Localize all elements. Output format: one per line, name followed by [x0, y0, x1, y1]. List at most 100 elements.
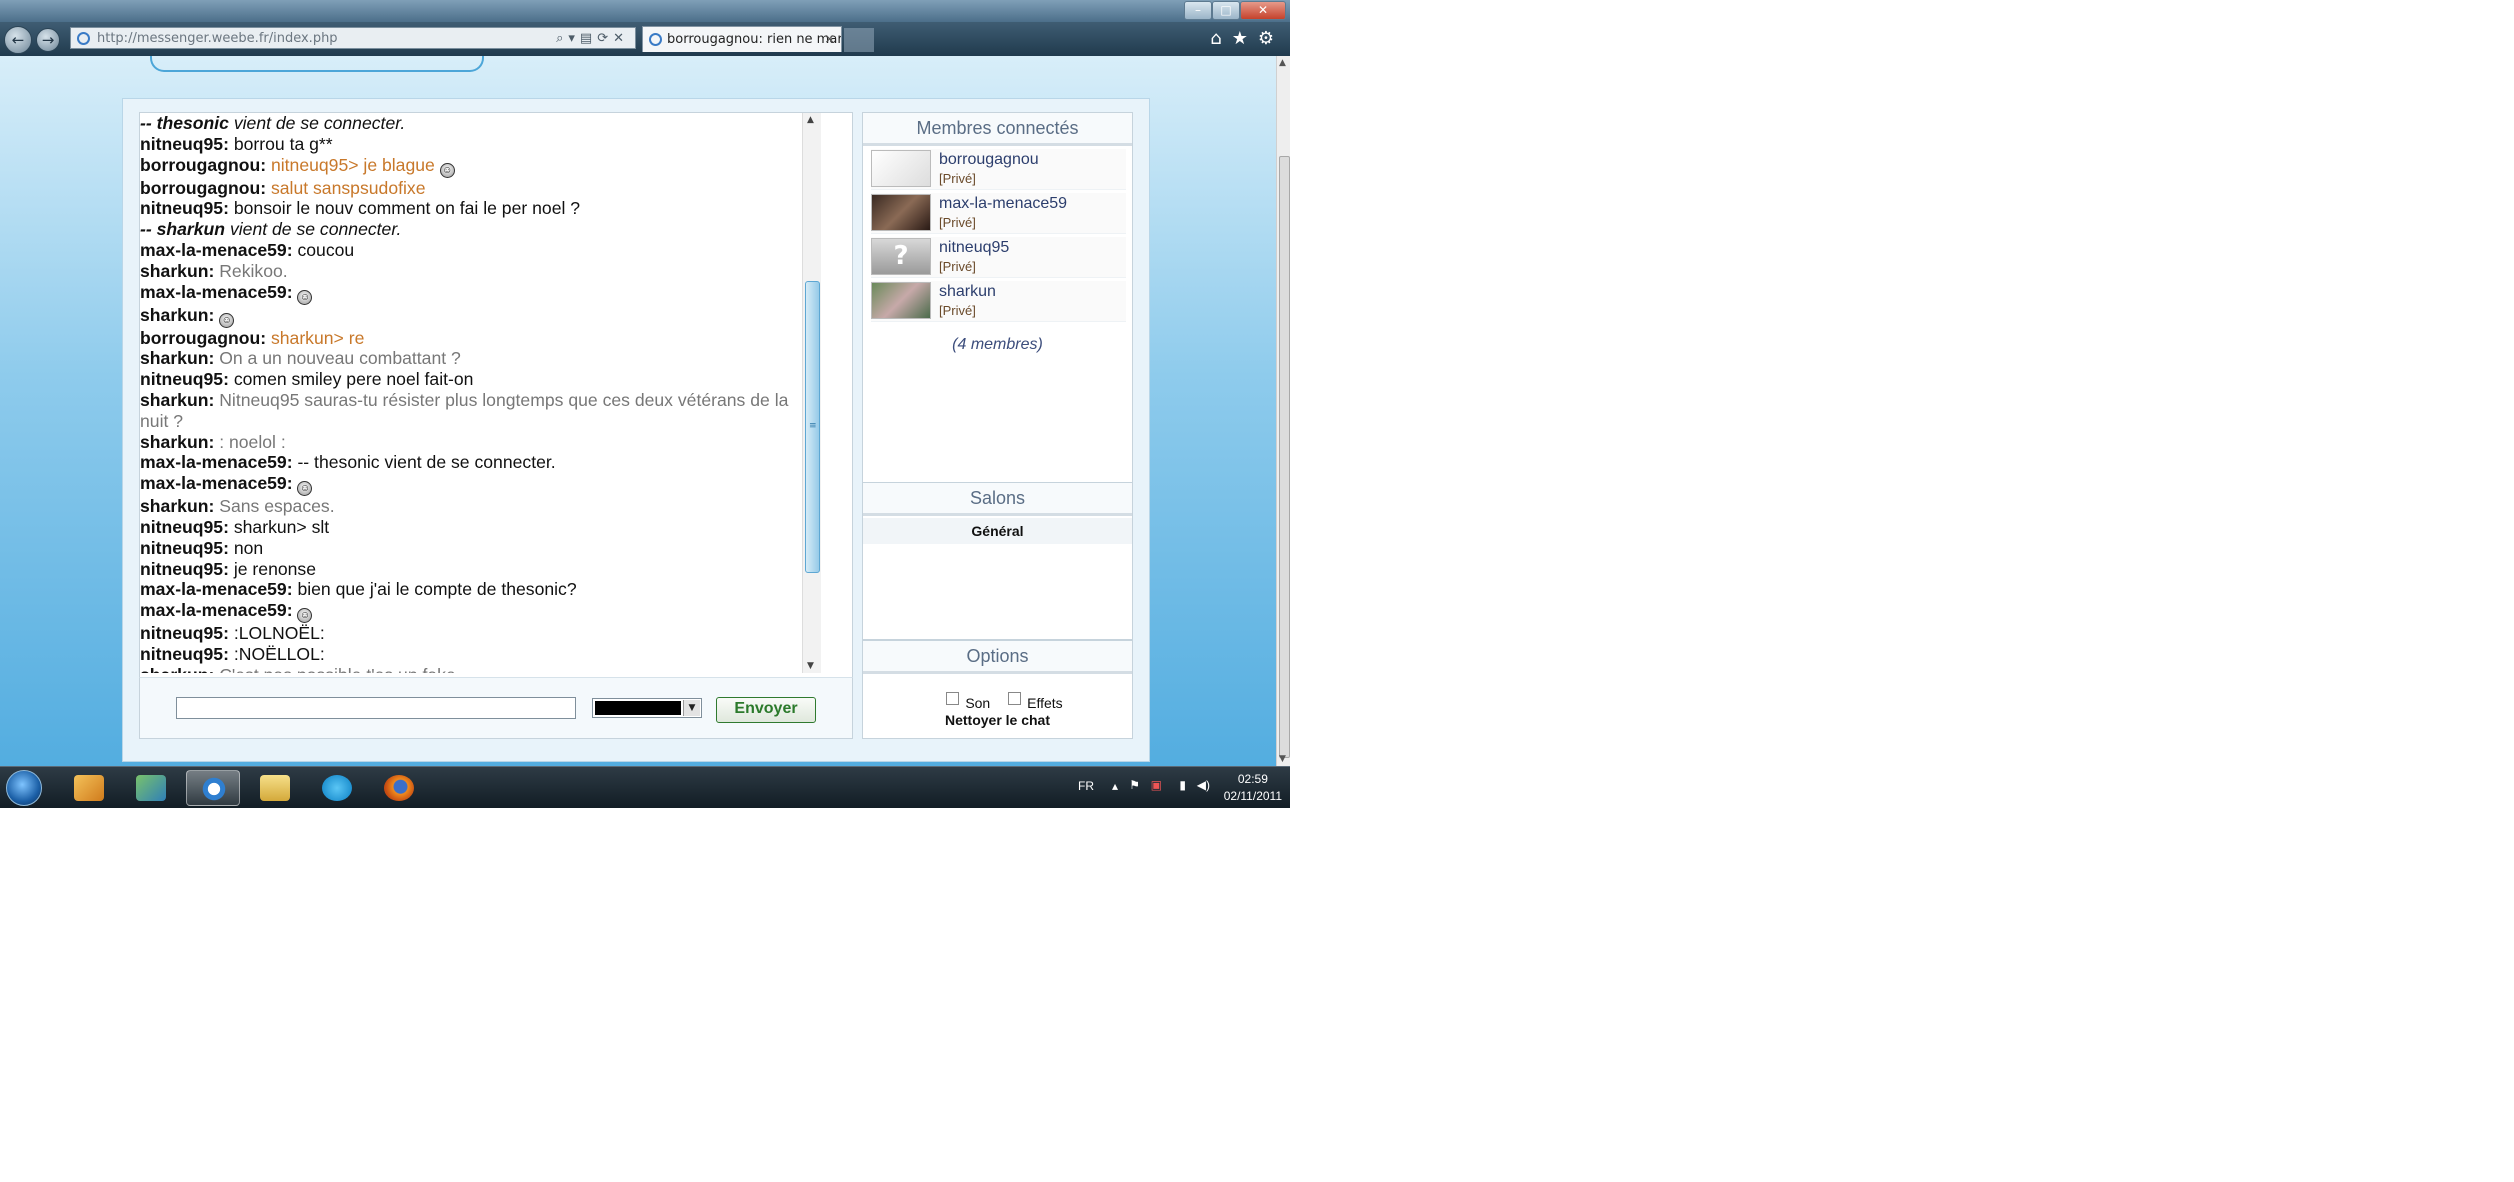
chat-message: nitneuq95: borrou ta g**: [140, 134, 800, 155]
message-text: On a un nouveau combattant ?: [219, 348, 461, 369]
member-name[interactable]: sharkun: [939, 283, 996, 301]
start-button[interactable]: [6, 770, 42, 806]
chat-message: nitneuq95: bonsoir le nouv comment on fa…: [140, 198, 800, 219]
minimize-button[interactable]: –: [1184, 1, 1212, 20]
media-player-icon: [74, 775, 104, 801]
chat-message: nitneuq95: comen smiley pere noel fait-o…: [140, 369, 800, 390]
tab-close-icon[interactable]: ×: [824, 27, 835, 52]
member-private-link[interactable]: [Privé]: [939, 171, 976, 186]
message-text: : noelol :: [219, 431, 286, 452]
ie-tab-icon: [649, 33, 662, 46]
security-icon[interactable]: ▣: [1151, 778, 1162, 792]
options-panel: Options Son Effets Nettoyer le chat: [862, 640, 1133, 739]
address-bar[interactable]: http://messenger.weebe.fr/index.php ⌕▾▤⟳…: [70, 27, 636, 49]
chat-message: nitneuq95: sharkun> slt: [140, 517, 800, 538]
tray-expand-icon[interactable]: ▴: [1112, 779, 1118, 793]
member-item[interactable]: sharkun [Privé]: [871, 281, 1126, 322]
message-author: nitneuq95:: [140, 516, 229, 537]
maximize-button[interactable]: □: [1212, 1, 1240, 20]
send-button[interactable]: Envoyer: [716, 697, 816, 723]
options-title: Options: [863, 641, 1132, 674]
avatar[interactable]: ?: [871, 238, 931, 275]
chat-message: borrougagnou: salut sanspsudofixe: [140, 178, 800, 199]
message-author: sharkun:: [140, 389, 215, 410]
message-author: nitneuq95:: [140, 198, 229, 219]
chat-message: sharkun: C'est pas possible t'es un fake…: [140, 665, 800, 673]
member-name[interactable]: nitneuq95: [939, 239, 1009, 257]
color-swatch: [595, 701, 681, 715]
page-scroll-thumb[interactable]: [1279, 156, 1290, 758]
smiley-icon: ☺: [297, 608, 313, 624]
message-text: bonsoir le nouv comment on fai le per no…: [233, 198, 581, 219]
scroll-down-icon[interactable]: ▼: [1279, 754, 1286, 764]
chat-message: max-la-menace59: ☺: [140, 600, 800, 624]
message-author: sharkun:: [140, 665, 214, 673]
chat-scroll-down-icon[interactable]: ▼: [807, 661, 814, 671]
message-text: sharkun vient de se connecter.: [156, 219, 402, 240]
taskbar-explorer[interactable]: [248, 770, 302, 806]
chat-scroll-up-icon[interactable]: ▲: [807, 115, 814, 125]
home-icon[interactable]: ⌂: [1210, 28, 1231, 49]
flag-icon[interactable]: ⚑: [1129, 778, 1140, 792]
close-window-button[interactable]: ✕: [1240, 1, 1286, 20]
tab-chat[interactable]: borrougagnou: rien ne mar... ×: [642, 26, 842, 52]
member-name[interactable]: max-la-menace59: [939, 195, 1067, 213]
message-author: nitneuq95:: [140, 369, 229, 390]
clock[interactable]: 02:59 02/11/2011: [1224, 771, 1282, 805]
favorites-star-icon[interactable]: ★: [1232, 28, 1258, 49]
salon-item-general[interactable]: Général: [863, 518, 1132, 544]
message-text: nitneuq95> je blague: [270, 154, 435, 175]
chat-scrollbar[interactable]: ▲ ≡ ▼: [802, 113, 821, 673]
avatar[interactable]: [871, 150, 931, 187]
chat-message: sharkun: Nitneuq95 sauras-tu résister pl…: [140, 390, 800, 432]
member-item[interactable]: borrougagnou [Privé]: [871, 149, 1126, 190]
sound-checkbox[interactable]: [946, 692, 960, 705]
network-icon[interactable]: ▮: [1179, 778, 1186, 792]
avatar[interactable]: [871, 282, 931, 319]
taskbar-skype[interactable]: [310, 770, 364, 806]
taskbar-people-app[interactable]: [124, 770, 178, 806]
avatar[interactable]: [871, 194, 931, 231]
taskbar-firefox[interactable]: [372, 770, 426, 806]
screen: – □ ✕ ← → http://messenger.weebe.fr/inde…: [0, 0, 1290, 808]
address-tools-icons[interactable]: ⌕▾▤⟳✕: [556, 28, 629, 50]
member-item[interactable]: ? nitneuq95 [Privé]: [871, 237, 1126, 278]
member-private-link[interactable]: [Privé]: [939, 259, 976, 274]
message-text: thesonic vient de se connecter.: [156, 113, 406, 133]
member-item[interactable]: max-la-menace59 [Privé]: [871, 193, 1126, 234]
taskbar-media-player[interactable]: [62, 770, 116, 806]
salons-title: Salons: [863, 483, 1132, 516]
effects-checkbox[interactable]: [1008, 692, 1022, 705]
chat-message: -- sharkun vient de se connecter.: [140, 219, 800, 240]
member-private-link[interactable]: [Privé]: [939, 215, 976, 230]
gear-icon[interactable]: ⚙: [1258, 28, 1284, 49]
smiley-icon: ☺: [439, 162, 455, 178]
color-select[interactable]: ▼: [592, 698, 702, 718]
message-author: max-la-menace59:: [140, 473, 293, 494]
back-button[interactable]: ←: [4, 26, 32, 54]
message-input[interactable]: [176, 697, 576, 719]
forward-button[interactable]: →: [36, 28, 60, 52]
member-private-link[interactable]: [Privé]: [939, 303, 976, 318]
chevron-down-icon[interactable]: ▼: [683, 700, 700, 716]
folder-icon: [260, 775, 290, 801]
clock-time: 02:59: [1237, 772, 1268, 786]
tab-title: borrougagnou: rien ne mar...: [667, 32, 842, 47]
clear-chat-link[interactable]: Nettoyer le chat: [863, 712, 1132, 728]
smiley-icon: ☺: [297, 289, 313, 305]
chat-message: nitneuq95: :NOËLLOL:: [140, 644, 800, 665]
volume-icon[interactable]: ◀): [1197, 778, 1210, 792]
scroll-up-icon[interactable]: ▲: [1279, 58, 1286, 68]
taskbar-internet-explorer[interactable]: [186, 770, 240, 806]
page-scrollbar[interactable]: ▲ ▼: [1276, 56, 1290, 766]
browser-right-tools: ⌂★⚙: [1210, 28, 1284, 49]
language-indicator[interactable]: FR: [1078, 779, 1094, 793]
chat-message: max-la-menace59: bien que j'ai le compte…: [140, 579, 800, 600]
new-tab-button[interactable]: [844, 28, 874, 52]
message-text: borrou ta g**: [233, 133, 333, 154]
member-name[interactable]: borrougagnou: [939, 151, 1039, 169]
message-author: borrougagnou:: [140, 327, 267, 348]
message-author: nitneuq95:: [140, 537, 229, 558]
chat-message: sharkun: Rekikoo.: [140, 261, 800, 282]
message-author: borrougagnou:: [140, 154, 267, 175]
